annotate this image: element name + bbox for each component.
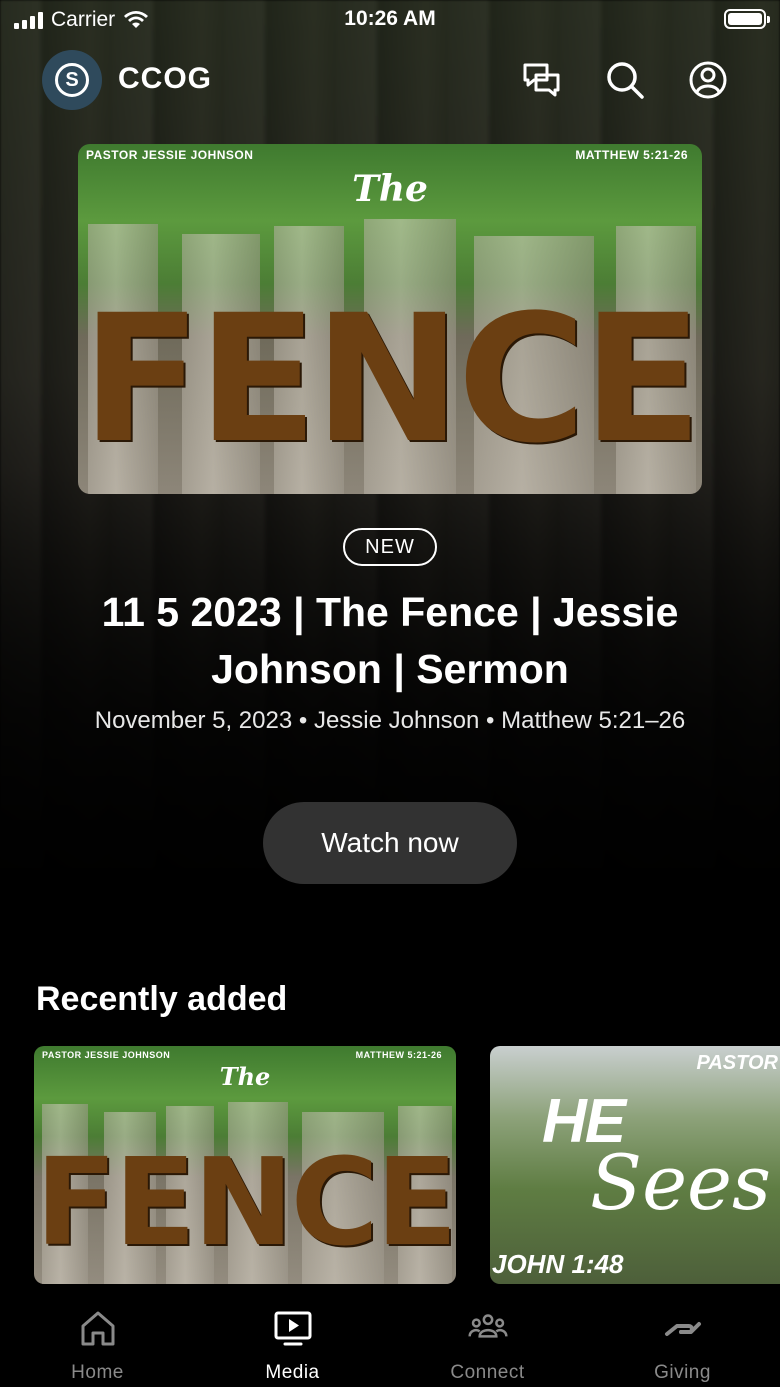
logo-mark: S <box>55 63 89 97</box>
recently-added-title: Recently added <box>36 980 288 1018</box>
tab-home-label: Home <box>71 1362 124 1383</box>
tab-connect-label: Connect <box>450 1362 525 1383</box>
profile-icon[interactable] <box>688 60 728 100</box>
card-pastor-caption: PASTOR JESSIE JOHNSON <box>42 1050 171 1060</box>
art-scripture-caption: MATTHEW 5:21-26 <box>575 148 688 162</box>
art-the-text: The <box>352 168 428 210</box>
card-sees-text: Sees <box>590 1138 772 1227</box>
search-icon[interactable] <box>605 60 645 100</box>
tab-giving-label: Giving <box>654 1362 711 1383</box>
tab-connect[interactable]: Connect <box>390 1308 585 1384</box>
home-icon <box>81 1311 114 1346</box>
sermon-meta: November 5, 2023 • Jessie Johnson • Matt… <box>94 707 686 734</box>
app-logo[interactable]: S <box>42 50 102 110</box>
card-scripture-caption: JOHN 1:48 <box>492 1249 624 1279</box>
card-scripture-caption: MATTHEW 5:21-26 <box>355 1050 442 1060</box>
chat-icon[interactable] <box>522 60 562 100</box>
tab-media[interactable]: Media <box>195 1308 390 1384</box>
art-pastor-caption: PASTOR JESSIE JOHNSON <box>86 148 254 162</box>
watch-now-button[interactable]: Watch now <box>263 802 517 884</box>
art-fence-text: FENCE <box>81 277 702 482</box>
tab-home[interactable]: Home <box>0 1308 195 1384</box>
card-fence-text: FENCE <box>35 1134 456 1273</box>
status-bar: Carrier 10:26 AM <box>0 0 780 40</box>
hero-artwork[interactable]: PASTOR JESSIE JOHNSON MATTHEW 5:21-26 Th… <box>78 144 702 494</box>
media-icon <box>274 1311 311 1346</box>
sermon-title: 11 5 2023 | The Fence | Jessie Johnson |… <box>101 589 679 692</box>
card-pastor-caption: PASTOR <box>696 1052 779 1074</box>
tab-bar: Home Media Connect Giving <box>0 1296 780 1387</box>
tab-media-label: Media <box>265 1362 320 1383</box>
status-time: 10:26 AM <box>344 7 436 30</box>
new-badge: NEW <box>343 528 437 566</box>
app-header: S CCOG <box>0 48 780 112</box>
app-name: CCOG <box>118 62 212 95</box>
connect-icon <box>467 1314 508 1338</box>
giving-icon <box>664 1322 701 1336</box>
tab-giving[interactable]: Giving <box>585 1308 780 1384</box>
card-the-text: The <box>219 1062 271 1091</box>
battery-icon <box>724 9 770 29</box>
media-card[interactable]: PASTOR HE Sees JOHN 1:48 <box>490 1046 780 1284</box>
media-card[interactable]: PASTOR JESSIE JOHNSON MATTHEW 5:21-26 Th… <box>34 1046 456 1284</box>
